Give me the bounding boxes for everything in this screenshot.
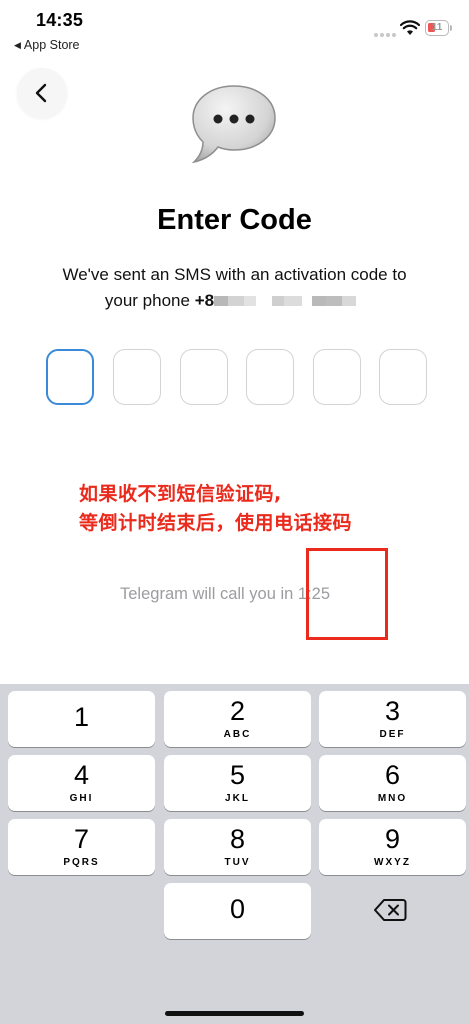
blurred-phone-number: [214, 295, 357, 306]
home-indicator: [165, 1011, 304, 1016]
key-2-digit: 2: [229, 696, 246, 726]
back-triangle-icon: ◀: [14, 40, 21, 50]
key-1-digit: 1: [73, 702, 90, 732]
key-2[interactable]: 2 ABC: [164, 691, 311, 747]
instructions-text: We've sent an SMS with an activation cod…: [0, 262, 469, 314]
code-digit-box-5[interactable]: [313, 349, 361, 405]
status-time: 14:35: [36, 10, 84, 30]
code-digit-box-3[interactable]: [180, 349, 228, 405]
page-title: Enter Code: [157, 204, 312, 236]
key-4-digit: 4: [73, 760, 90, 790]
code-digit-box-2[interactable]: [113, 349, 161, 405]
key-5[interactable]: 5 JKL: [164, 755, 311, 811]
code-digit-box-6[interactable]: [379, 349, 427, 405]
key-4-letters: GHI: [69, 793, 94, 804]
key-2-letters: ABC: [223, 729, 252, 740]
delete-key[interactable]: [370, 895, 410, 925]
key-6[interactable]: 6 MNO: [319, 755, 466, 811]
back-to-app-store-link[interactable]: ◀ App Store: [14, 38, 80, 52]
key-3-digit: 3: [384, 696, 401, 726]
instructions-line-1: We've sent an SMS with an activation cod…: [62, 265, 407, 284]
back-button[interactable]: [17, 68, 67, 118]
key-7[interactable]: 7 PQRS: [8, 819, 155, 875]
key-7-digit: 7: [73, 824, 90, 854]
annotation-text: 如果收不到短信验证码, 等倒计时结束后，使用电话接码: [79, 480, 352, 538]
chevron-left-icon: [35, 83, 47, 103]
key-3[interactable]: 3 DEF: [319, 691, 466, 747]
key-0-digit: 0: [229, 894, 246, 924]
key-8[interactable]: 8 TUV: [164, 819, 311, 875]
call-timer-label: Telegram will call you in: [120, 585, 294, 603]
key-9-letters: WXYZ: [374, 857, 411, 868]
backspace-icon: [374, 899, 407, 921]
annotation-line-2: 等倒计时结束后，使用电话接码: [79, 512, 353, 534]
instructions-line-2: your phone +8: [105, 288, 364, 314]
annotation-line-1: 如果收不到短信验证码,: [79, 483, 282, 505]
code-digit-box-1[interactable]: [46, 349, 94, 405]
status-bar: 14:35 ◀ App Store 11: [0, 0, 469, 60]
battery-level: 11: [431, 22, 443, 33]
key-8-digit: 8: [229, 824, 246, 854]
key-6-digit: 6: [384, 760, 401, 790]
key-0[interactable]: 0: [164, 883, 311, 939]
key-5-letters: JKL: [225, 793, 250, 804]
battery-cap: [450, 25, 452, 31]
annotation-highlight-box: [306, 548, 388, 640]
back-app-label: App Store: [23, 38, 80, 52]
key-3-letters: DEF: [379, 729, 406, 740]
key-8-letters: TUV: [224, 857, 251, 868]
key-9-digit: 9: [384, 824, 401, 854]
phone-prefix-label: your phone: [104, 291, 190, 310]
key-5-digit: 5: [229, 760, 246, 790]
key-9[interactable]: 9 WXYZ: [319, 819, 466, 875]
key-1[interactable]: 1: [8, 691, 155, 747]
speech-bubble-icon: [191, 85, 276, 164]
phone-number-visible: +8: [194, 291, 215, 310]
key-7-letters: PQRS: [63, 857, 100, 868]
cellular-signal-icon: [374, 29, 398, 37]
code-digit-box-4[interactable]: [246, 349, 294, 405]
wifi-icon: [400, 20, 420, 35]
call-timer-text: Telegram will call you in 1:25: [120, 585, 330, 604]
key-6-letters: MNO: [377, 793, 408, 804]
key-4[interactable]: 4 GHI: [8, 755, 155, 811]
code-input-row: [46, 349, 428, 407]
battery-icon: 11: [425, 20, 449, 36]
